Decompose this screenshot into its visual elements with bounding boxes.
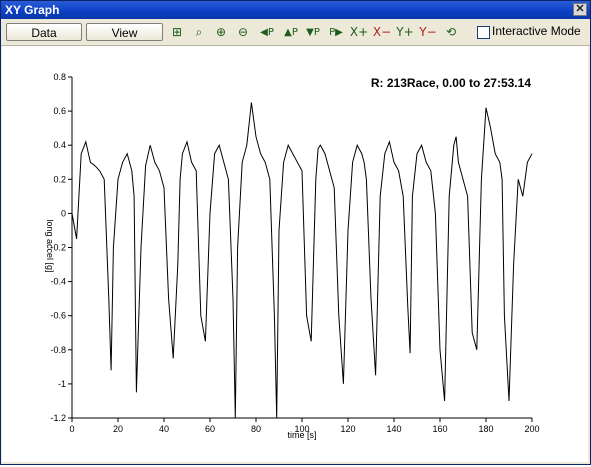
x-tick-label: 80 (251, 424, 261, 434)
series-line (71, 102, 533, 419)
y-tick-label: -1 (58, 379, 66, 389)
x-tick-label: 40 (159, 424, 169, 434)
reset-zoom-icon[interactable]: ⟲ (441, 23, 461, 42)
y-axis-label: long accel [g] (45, 219, 55, 272)
pan-left-icon[interactable]: ◀P (257, 23, 277, 42)
x-tick-label: 180 (478, 424, 493, 434)
x-tick-label: 20 (113, 424, 123, 434)
y-tick-label: -0.8 (50, 345, 66, 355)
chart-annotation: R: 213Race, 0.00 to 27:53.14 (371, 76, 531, 90)
x-tick-label: 60 (205, 424, 215, 434)
zoom-box-icon[interactable]: ⊞ (167, 23, 187, 42)
x-tick-label: 160 (432, 424, 447, 434)
interactive-mode-label: Interactive Mode (492, 24, 581, 38)
y-tick-label: 0.2 (53, 174, 66, 184)
pan-right-icon[interactable]: P▶ (326, 23, 346, 42)
title-bar[interactable]: XY Graph ✕ (1, 1, 590, 19)
y-zoom-in-icon[interactable]: Y+ (395, 23, 415, 42)
x-tick-label: 120 (340, 424, 355, 434)
y-tick-label: 0 (61, 208, 66, 218)
zoom-tool-icon[interactable]: ⌕ (189, 23, 209, 42)
y-tick-label: -0.4 (50, 277, 66, 287)
interactive-mode-checkbox[interactable] (477, 26, 490, 39)
close-button[interactable]: ✕ (573, 3, 587, 16)
x-axis-label: time [s] (287, 430, 316, 440)
pan-up-icon[interactable]: ▲P (281, 23, 301, 42)
y-tick-label: 0.6 (53, 106, 66, 116)
x-zoom-out-icon[interactable]: X− (372, 23, 392, 42)
toolbar: Data options View options ⊞ ⌕ ⊕ ⊖ ◀P ▲P … (1, 19, 590, 58)
xy-graph-window: XY Graph ✕ Data options View options ⊞ ⌕… (0, 0, 591, 465)
zoom-out-icon[interactable]: ⊖ (233, 23, 253, 42)
plot-area[interactable]: 0 20 40 60 80 100 120 140 160 180 200 0.8 0.6 0.4 0.2 0… (2, 46, 588, 462)
y-tick-label: -1.2 (50, 413, 66, 423)
pan-down-icon[interactable]: ▼P (303, 23, 323, 42)
y-tick-label: -0.6 (50, 311, 66, 321)
view-options-button[interactable]: View options (86, 23, 163, 58)
y-zoom-out-icon[interactable]: Y− (418, 23, 438, 42)
xy-chart: 0 20 40 60 80 100 120 140 160 180 2000.80.60.40.20… (45, 72, 540, 440)
data-options-button[interactable]: Data options (6, 23, 82, 58)
x-zoom-in-icon[interactable]: X+ (349, 23, 369, 42)
x-tick-label: 200 (524, 424, 539, 434)
x-tick-label: 0 (69, 424, 74, 434)
zoom-in-icon[interactable]: ⊕ (211, 23, 231, 42)
window-title: XY Graph (5, 3, 60, 17)
y-tick-label: 0.4 (53, 140, 66, 150)
x-tick-label: 140 (386, 424, 401, 434)
y-tick-label: 0.8 (53, 72, 66, 82)
